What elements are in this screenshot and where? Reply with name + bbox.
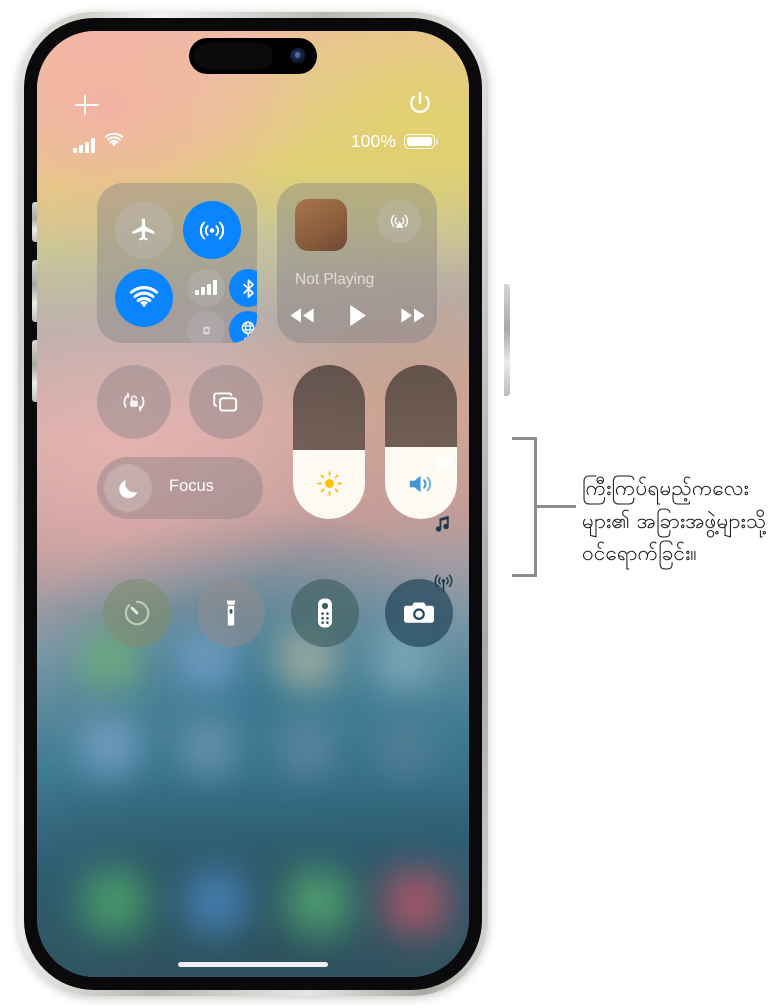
volume-up-button[interactable] <box>32 260 37 322</box>
callout-bracket-top <box>512 437 536 440</box>
play-icon[interactable] <box>347 303 368 333</box>
rotation-lock-toggle[interactable] <box>97 365 171 439</box>
flashlight-button[interactable] <box>197 579 265 647</box>
focus-button[interactable]: Focus <box>97 457 263 519</box>
connectivity-module[interactable] <box>97 183 257 343</box>
plus-icon[interactable] <box>73 91 101 119</box>
phone-screen: 100% Not Playing Focus <box>37 31 469 977</box>
album-art-placeholder <box>295 199 347 251</box>
island-pill <box>194 43 273 69</box>
volume-down-button[interactable] <box>32 340 37 402</box>
power-icon[interactable] <box>405 89 435 119</box>
phone-bezel: 100% Not Playing Focus <box>24 18 482 990</box>
control-center: 100% Not Playing Focus <box>37 31 469 977</box>
sun-icon <box>293 470 365 497</box>
screenshot-root: 100% Not Playing Focus ကြီးကြပ်ရမည့်ကလေး… <box>0 0 782 1008</box>
bluetooth-toggle[interactable] <box>229 269 257 307</box>
cellular-bars-icon <box>195 280 217 295</box>
front-camera-lens <box>290 48 306 64</box>
focus-label: Focus <box>169 477 214 495</box>
moon-icon <box>104 464 152 512</box>
callout-leader-line <box>534 505 576 508</box>
iphone-device-frame: 100% Not Playing Focus <box>18 12 510 996</box>
callout-text: ကြီးကြပ်ရမည့်ကလေးများ၏ အခြားအဖွဲ့များသို… <box>582 476 767 566</box>
airdrop-toggle[interactable] <box>183 201 241 259</box>
status-bar: 100% <box>37 131 469 157</box>
now-playing-module[interactable]: Not Playing <box>277 183 437 343</box>
callout-annotation: ကြီးကြပ်ရမည့်ကလေးများ၏ အခြားအဖွဲ့များသို… <box>492 420 782 650</box>
action-button[interactable] <box>32 202 37 242</box>
apple-tv-remote-button[interactable] <box>291 579 359 647</box>
dynamic-island <box>189 38 317 74</box>
shareplay-toggle[interactable] <box>187 311 225 343</box>
airplane-mode-toggle[interactable] <box>115 201 173 259</box>
side-power-button[interactable] <box>504 284 510 396</box>
music-note-icon[interactable] <box>431 511 455 535</box>
page-indicator-group <box>431 451 455 595</box>
broadcast-icon[interactable] <box>431 571 455 595</box>
timer-button[interactable] <box>103 579 171 647</box>
home-indicator[interactable] <box>178 961 328 967</box>
cellular-bars-icon <box>73 138 95 153</box>
battery-percentage: 100% <box>350 131 396 151</box>
battery-full-icon <box>404 134 439 149</box>
now-playing-title: Not Playing <box>295 271 375 288</box>
wifi-icon <box>104 132 124 153</box>
vpn-globe-toggle[interactable] <box>229 311 257 343</box>
brightness-slider[interactable] <box>293 365 365 519</box>
wifi-toggle[interactable] <box>115 269 173 327</box>
media-transport-controls <box>277 303 437 333</box>
callout-bracket-bottom <box>512 574 536 577</box>
fast-forward-icon[interactable] <box>398 306 428 330</box>
airplay-audio-icon[interactable] <box>377 199 421 243</box>
cellular-data-toggle[interactable] <box>187 269 225 307</box>
rewind-icon[interactable] <box>287 306 317 330</box>
heart-icon[interactable] <box>431 451 455 475</box>
screen-mirroring-toggle[interactable] <box>189 365 263 439</box>
